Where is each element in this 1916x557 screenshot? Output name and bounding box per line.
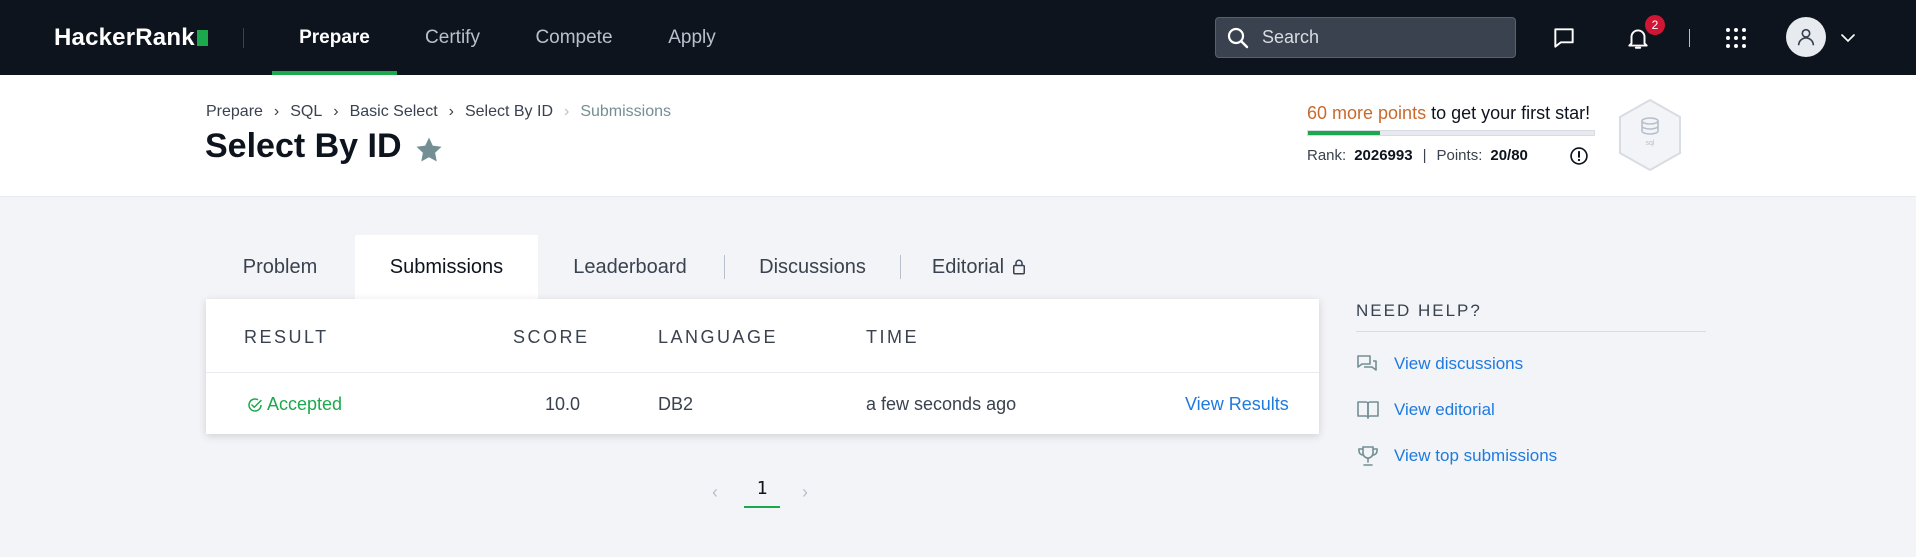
breadcrumb-select-by-id[interactable]: Select By ID: [465, 103, 553, 121]
search-box[interactable]: [1215, 17, 1516, 58]
tab-divider: [724, 255, 725, 279]
badge-label: sql: [1646, 140, 1655, 147]
tab-submissions[interactable]: Submissions: [355, 235, 538, 299]
chevron-right-icon: ›: [333, 103, 339, 120]
nav-prepare[interactable]: Prepare: [272, 0, 397, 75]
bookmark-star-icon[interactable]: [414, 135, 444, 165]
rank-value: 2026993: [1354, 147, 1413, 164]
view-editorial-link[interactable]: View editorial: [1356, 399, 1495, 421]
rank-points: Rank: 2026993 | Points: 20/80: [1307, 147, 1528, 164]
header-result: RESULT: [244, 327, 329, 347]
help-divider: [1356, 331, 1706, 332]
breadcrumb-sql[interactable]: SQL: [290, 103, 322, 121]
chat-icon[interactable]: [1548, 22, 1580, 54]
time-cell: a few seconds ago: [866, 394, 1017, 414]
notification-badge: 2: [1645, 15, 1665, 35]
top-nav: HackerRank Prepare Certify Compete Apply…: [0, 0, 1916, 75]
page-1-button[interactable]: 1: [744, 478, 780, 508]
need-help-title: NEED HELP?: [1356, 301, 1482, 320]
discussions-icon: [1357, 355, 1377, 371]
user-avatar[interactable]: [1786, 17, 1826, 57]
view-discussions-link[interactable]: View discussions: [1356, 353, 1523, 375]
view-results-link[interactable]: View Results: [1185, 394, 1289, 415]
nav-divider-right: [1689, 29, 1690, 47]
book-icon: [1357, 401, 1379, 419]
view-top-submissions-link[interactable]: View top submissions: [1356, 445, 1557, 467]
submissions-table: RESULT SCORE LANGUAGE TIME Accepted 10.0…: [206, 299, 1319, 434]
rank-label: Rank:: [1307, 147, 1347, 164]
tab-leaderboard[interactable]: Leaderboard: [560, 235, 700, 299]
breadcrumb: Prepare › SQL › Basic Select › Select By…: [206, 103, 671, 121]
tab-discussions[interactable]: Discussions: [745, 235, 880, 299]
trophy-icon: [1358, 446, 1378, 466]
result-cell: Accepted: [246, 394, 342, 415]
score-cell: 10.0: [545, 394, 581, 414]
prev-page-button[interactable]: ‹: [712, 482, 718, 503]
chevron-right-icon: ›: [564, 103, 570, 120]
header-score: SCORE: [513, 327, 590, 347]
apps-grid-icon[interactable]: [1720, 22, 1752, 54]
next-page-button[interactable]: ›: [802, 482, 808, 503]
points-value: 20/80: [1490, 147, 1528, 164]
check-circle-icon: [248, 397, 262, 412]
points-needed-suffix: to get your first star!: [1426, 103, 1591, 123]
chevron-right-icon: ›: [273, 103, 280, 120]
nav-divider: [243, 28, 244, 48]
points-needed: 60 more points: [1307, 103, 1427, 123]
tab-editorial-label: Editorial: [931, 256, 1005, 278]
result-status: Accepted: [267, 394, 343, 414]
tab-problem[interactable]: Problem: [206, 235, 354, 299]
view-top-submissions-label: View top submissions: [1394, 446, 1558, 465]
view-discussions-label: View discussions: [1394, 354, 1524, 373]
chevron-down-icon[interactable]: [1832, 22, 1864, 54]
star-progress-text: 60 more points to get your first star!: [1307, 103, 1590, 124]
search-icon: [1227, 27, 1249, 48]
breadcrumb-submissions: Submissions: [580, 103, 672, 120]
rank-divider: |: [1422, 147, 1427, 164]
tab-editorial[interactable]: Editorial: [925, 235, 1035, 299]
nav-apply[interactable]: Apply: [660, 0, 724, 75]
brand-text: HackerRank: [54, 24, 195, 51]
language-cell: DB2: [658, 394, 694, 414]
user-icon: [1797, 28, 1815, 46]
search-input[interactable]: [1262, 27, 1502, 48]
header-language: LANGUAGE: [658, 327, 779, 347]
star-progress-fill: [1308, 131, 1380, 135]
nav-compete[interactable]: Compete: [530, 0, 618, 75]
nav-certify[interactable]: Certify: [410, 0, 495, 75]
header-time: TIME: [866, 327, 919, 347]
sql-badge-icon: sql: [1619, 98, 1681, 172]
table-divider: [206, 372, 1319, 373]
lock-icon: [1013, 259, 1026, 275]
chevron-right-icon: ›: [448, 103, 454, 120]
hackerrank-logo[interactable]: HackerRank: [54, 24, 208, 52]
star-progress-bar: [1307, 130, 1595, 136]
page-title: Select By ID: [205, 127, 402, 165]
challenge-header: Prepare › SQL › Basic Select › Select By…: [0, 75, 1916, 197]
tab-divider: [900, 255, 901, 279]
info-icon[interactable]: [1569, 146, 1589, 166]
breadcrumb-prepare[interactable]: Prepare: [206, 103, 263, 121]
breadcrumb-basic-select[interactable]: Basic Select: [350, 103, 438, 121]
view-editorial-label: View editorial: [1394, 400, 1495, 419]
points-label: Points:: [1436, 147, 1483, 164]
brand-square: [196, 30, 208, 46]
